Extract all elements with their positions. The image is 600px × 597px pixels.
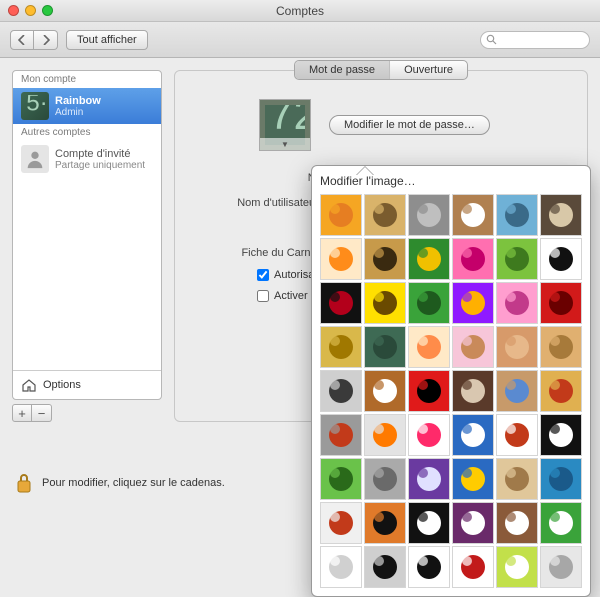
show-all-label: Tout afficher	[77, 34, 137, 46]
lock-hint: Pour modifier, cliquez sur le cadenas.	[42, 477, 225, 489]
leopard-icon[interactable]	[364, 238, 406, 280]
gingerbread-icon[interactable]	[364, 370, 406, 412]
zebra-icon[interactable]	[540, 238, 582, 280]
chalkboard-icon[interactable]	[364, 326, 406, 368]
dog-icon[interactable]	[452, 194, 494, 236]
basketball-icon[interactable]	[364, 502, 406, 544]
donut-icon[interactable]	[496, 326, 538, 368]
hockey-icon[interactable]	[364, 546, 406, 588]
leaf-icon[interactable]	[408, 282, 450, 324]
eagle-icon[interactable]	[540, 194, 582, 236]
show-all-button[interactable]: Tout afficher	[66, 30, 148, 50]
tennis-icon[interactable]	[496, 546, 538, 588]
lotus-icon[interactable]	[496, 282, 538, 324]
pizza-icon[interactable]	[540, 370, 582, 412]
admin-checkbox[interactable]	[257, 269, 269, 281]
guitar-icon[interactable]	[496, 414, 538, 456]
green-ball-icon[interactable]	[496, 238, 538, 280]
section-other-accounts: Autres comptes	[13, 124, 161, 141]
red-flower-icon[interactable]	[540, 282, 582, 324]
coffee-icon[interactable]	[452, 370, 494, 412]
pink-flower-icon[interactable]	[452, 238, 494, 280]
sunflower-icon[interactable]	[364, 282, 406, 324]
avatar: 5·2	[21, 92, 49, 120]
close-window-button[interactable]	[8, 5, 19, 16]
window-title: Comptes	[0, 4, 600, 18]
chevron-down-icon: ▼	[260, 138, 310, 150]
popover-title: Modifier l'image…	[320, 174, 582, 188]
chevron-left-icon	[18, 35, 26, 45]
forward-button[interactable]	[34, 30, 58, 50]
account-name: Compte d'invité	[55, 148, 145, 160]
volleyball-icon[interactable]	[540, 546, 582, 588]
options-label: Options	[43, 379, 81, 391]
baseball-icon[interactable]	[320, 502, 362, 544]
butterfly-icon[interactable]	[320, 194, 362, 236]
remove-account-button[interactable]: −	[32, 404, 52, 422]
svg-text:72·10: 72·10	[269, 105, 305, 139]
cupcake-icon[interactable]	[452, 326, 494, 368]
dragonfly-icon[interactable]	[496, 194, 538, 236]
target-icon[interactable]	[452, 546, 494, 588]
rose-icon[interactable]	[320, 282, 362, 324]
golf-icon[interactable]	[540, 502, 582, 544]
parental-checkbox[interactable]	[257, 290, 269, 302]
grass-icon[interactable]	[320, 458, 362, 500]
account-role: Partage uniquement	[55, 160, 145, 171]
drum-icon[interactable]	[452, 414, 494, 456]
lips-icon[interactable]	[408, 414, 450, 456]
account-item-rainbow[interactable]: 5·2 Rainbow Admin	[13, 88, 161, 124]
tab-login-items[interactable]: Ouverture	[390, 61, 467, 79]
lightning-icon[interactable]	[408, 458, 450, 500]
wave-icon[interactable]	[540, 458, 582, 500]
lock-icon[interactable]	[14, 471, 34, 495]
palette-icon[interactable]	[496, 370, 538, 412]
golf-ball-icon[interactable]	[320, 546, 362, 588]
login-options-button[interactable]: Options	[13, 370, 161, 399]
svg-text:5·2: 5·2	[26, 95, 46, 116]
bowling-icon[interactable]	[452, 502, 494, 544]
search-icon	[486, 34, 497, 48]
piano-icon[interactable]	[540, 414, 582, 456]
shell-icon[interactable]	[496, 458, 538, 500]
football-icon[interactable]	[496, 502, 538, 544]
change-password-button[interactable]: Modifier le mot de passe…	[329, 115, 490, 135]
accounts-list: Mon compte 5·2 Rainbow Admin Autres comp…	[12, 70, 162, 400]
beach-ball-icon[interactable]	[452, 458, 494, 500]
account-item-guest[interactable]: Compte d'invité Partage uniquement	[13, 141, 161, 177]
fortune-cookie-icon[interactable]	[540, 326, 582, 368]
tab-password[interactable]: Mot de passe	[295, 61, 390, 79]
house-icon	[21, 377, 37, 393]
search-field[interactable]	[480, 31, 590, 49]
caduceus-icon[interactable]	[320, 326, 362, 368]
avatar	[21, 145, 49, 173]
minimize-window-button[interactable]	[25, 5, 36, 16]
parrot-icon[interactable]	[408, 238, 450, 280]
back-button[interactable]	[10, 30, 34, 50]
pebbles-icon[interactable]	[364, 458, 406, 500]
cheetah-icon[interactable]	[364, 194, 406, 236]
cocktail-icon[interactable]	[408, 326, 450, 368]
ladybug-icon[interactable]	[408, 370, 450, 412]
account-role: Admin	[55, 107, 101, 118]
robot-icon[interactable]	[320, 414, 362, 456]
chevron-right-icon	[42, 35, 50, 45]
eight-ball-icon[interactable]	[408, 502, 450, 544]
account-name: Rainbow	[55, 95, 101, 107]
section-my-account: Mon compte	[13, 71, 161, 88]
zoom-window-button[interactable]	[42, 5, 53, 16]
goldfish-icon[interactable]	[320, 238, 362, 280]
daisy-icon[interactable]	[452, 282, 494, 324]
add-account-button[interactable]: +	[12, 404, 32, 422]
picture-picker-popover: Modifier l'image…	[311, 165, 591, 597]
cat-icon[interactable]	[408, 194, 450, 236]
shifter-icon[interactable]	[320, 370, 362, 412]
soccer-icon[interactable]	[408, 546, 450, 588]
user-picture-well[interactable]: 72·10 ▼	[259, 99, 311, 151]
rocket-icon[interactable]	[364, 414, 406, 456]
